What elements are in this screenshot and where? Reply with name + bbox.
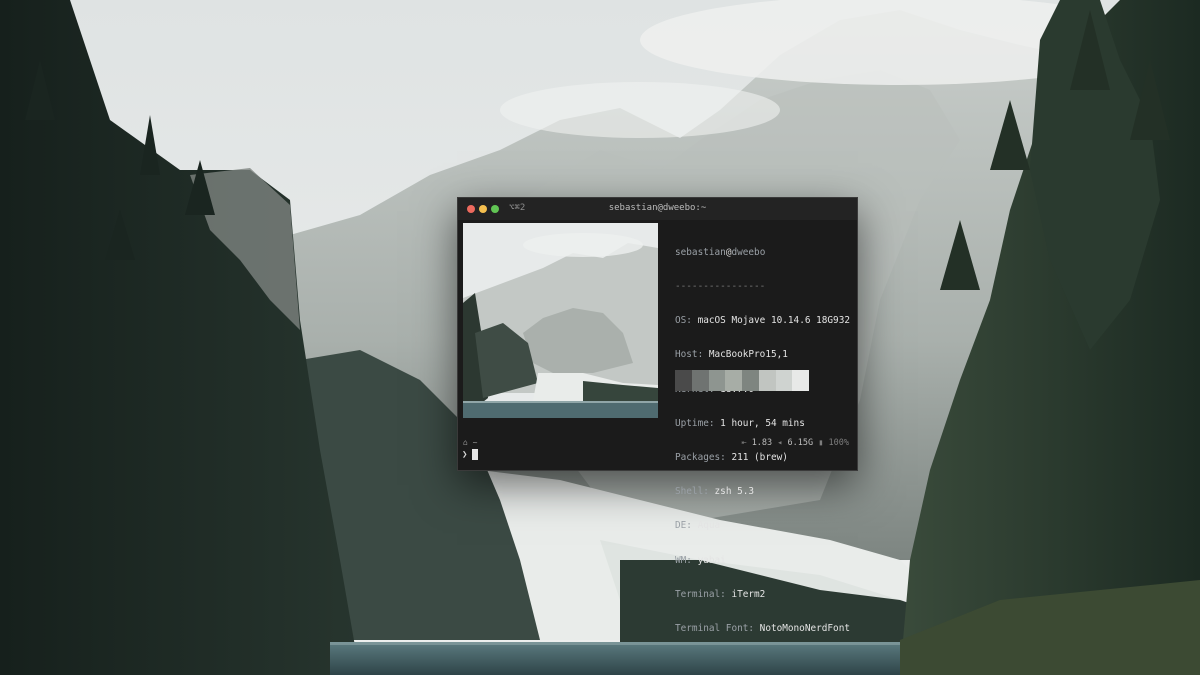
prompt-symbol: ❯	[462, 450, 468, 460]
load-average: 1.83	[751, 438, 773, 448]
neofetch-row: Shell: zsh 5.3	[675, 486, 755, 498]
neofetch-row: Host: MacBookPro15,1	[675, 349, 788, 361]
terminal-titlebar[interactable]: ⌥⌘2 sebastian@dweebo:~	[458, 198, 857, 220]
neofetch-row: DE: Aqua	[675, 520, 721, 532]
memory-usage: 6.15G	[787, 438, 814, 448]
battery-level: 100%	[828, 438, 849, 448]
palette-swatch	[708, 370, 726, 391]
neofetch-row: WM: yabai	[675, 554, 726, 566]
palette-swatch	[725, 370, 742, 391]
palette-swatch	[691, 370, 709, 391]
terminal-cursor[interactable]	[472, 449, 478, 460]
neofetch-row: OS: macOS Mojave 10.14.6 18G932	[675, 315, 850, 327]
neofetch-title: sebastian@dweebo	[675, 246, 766, 258]
palette-swatch	[742, 370, 759, 391]
mountain-lake-thumbnail	[463, 223, 658, 418]
palette-swatch	[792, 370, 809, 391]
prompt-path: ⌂ ~	[463, 438, 478, 447]
neofetch-separator: ----------------	[675, 281, 766, 293]
palette-swatch	[775, 370, 793, 391]
window-title: sebastian@dweebo:~	[608, 203, 707, 213]
color-palette	[675, 370, 809, 391]
battery-icon: ▮	[818, 438, 824, 448]
neofetch-row: Packages: 211 (brew)	[675, 452, 788, 464]
neofetch-row: Terminal: iTerm2	[675, 588, 766, 600]
memory-icon: ◂	[777, 438, 783, 448]
home-icon: ⌂	[463, 438, 468, 447]
palette-swatch	[758, 370, 776, 391]
terminal-window[interactable]: ⌥⌘2 sebastian@dweebo:~ sebastian@dweebo …	[457, 197, 858, 634]
status-segment: ⇤ 1.83 ◂ 6.15G ▮ 100%	[741, 438, 849, 448]
neofetch-row: Terminal Font: NotoMonoNerdFont	[675, 623, 850, 635]
cpu-icon: ⇤	[741, 438, 747, 448]
palette-swatch	[675, 370, 692, 391]
neofetch-row: Uptime: 1 hour, 54 mins	[675, 417, 805, 429]
